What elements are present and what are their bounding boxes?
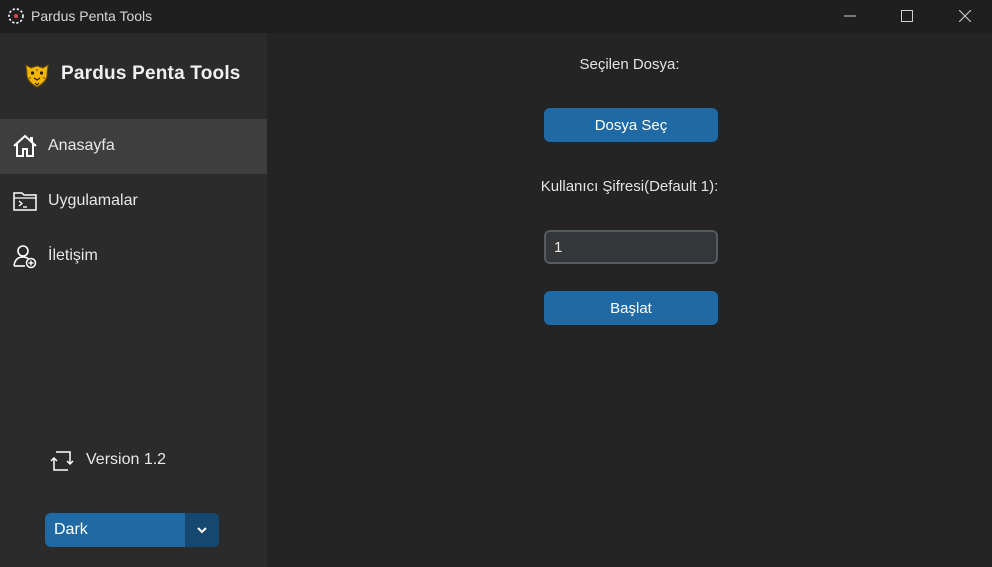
theme-dropdown-arrow[interactable]: [185, 513, 219, 547]
main-panel: Seçilen Dosya: Dosya Seç Kullanıcı Şifre…: [267, 33, 992, 567]
start-button[interactable]: Başlat: [544, 291, 718, 325]
close-button[interactable]: [936, 0, 992, 32]
app-name: Pardus Penta Tools: [61, 63, 241, 84]
selected-file-label: Seçilen Dosya:: [579, 56, 680, 73]
close-icon: [959, 10, 971, 22]
maximize-icon: [901, 10, 913, 22]
sidebar-item-label: Uygulamalar: [48, 192, 138, 209]
window-title: Pardus Penta Tools: [31, 8, 153, 24]
theme-dropdown[interactable]: Dark: [45, 513, 219, 547]
password-input[interactable]: [544, 230, 718, 264]
sidebar-item-anasayfa[interactable]: Anasayfa: [0, 119, 267, 174]
sidebar-item-iletisim[interactable]: İletişim: [0, 229, 267, 284]
update-icon: [50, 451, 74, 471]
choose-file-button[interactable]: Dosya Seç: [544, 108, 718, 142]
password-label: Kullanıcı Şifresi(Default 1):: [540, 178, 719, 195]
app-window: Pardus Penta Tools Pardus Penta Tools An…: [0, 0, 992, 567]
app-logo-icon: [8, 8, 24, 24]
sidebar: Pardus Penta Tools Anasayfa Uygulamalar: [0, 33, 267, 567]
terminal-folder-icon: [13, 192, 37, 211]
maximize-button[interactable]: [878, 0, 936, 32]
sidebar-item-label: İletişim: [48, 247, 98, 264]
chevron-down-icon: [197, 527, 207, 534]
version-label: Version 1.2: [86, 451, 167, 468]
home-icon: [13, 134, 37, 157]
minimize-button[interactable]: [821, 0, 879, 32]
user-add-icon: [13, 245, 37, 269]
sidebar-item-uygulamalar[interactable]: Uygulamalar: [0, 174, 267, 229]
leopard-logo-icon: [25, 64, 49, 88]
sidebar-header: Pardus Penta Tools: [0, 57, 267, 93]
version-info: Version 1.2: [48, 445, 248, 475]
title-bar: Pardus Penta Tools: [0, 0, 992, 33]
sidebar-item-label: Anasayfa: [48, 137, 115, 154]
minimize-icon: [844, 15, 856, 17]
theme-dropdown-value: Dark: [54, 521, 88, 538]
